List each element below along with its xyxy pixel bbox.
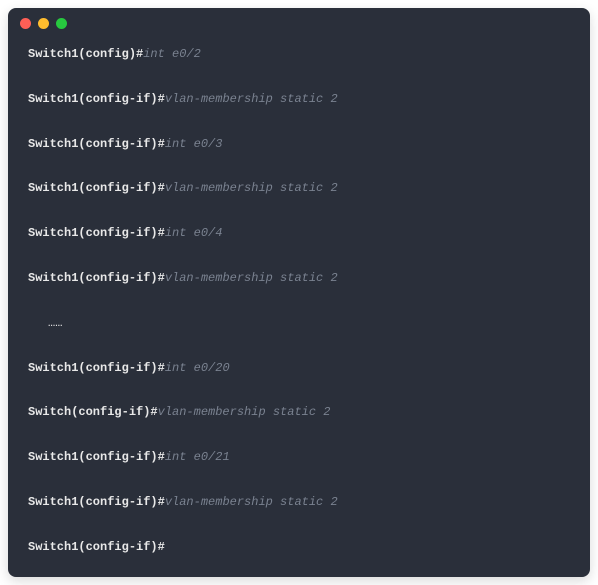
prompt: Switch1(config-if)# xyxy=(28,181,165,195)
command: int e0/21 xyxy=(165,450,230,464)
prompt: Switch1(config-if)# xyxy=(28,92,165,106)
prompt: Switch1(config-if)# xyxy=(28,137,165,151)
command: int e0/2 xyxy=(143,47,201,61)
command: vlan-membership static 2 xyxy=(165,92,338,106)
prompt: Switch1(config-if)# xyxy=(28,450,165,464)
minimize-icon[interactable] xyxy=(38,18,49,29)
command: int e0/3 xyxy=(165,137,223,151)
terminal-line: Switch1(config-if)#vlan-membership stati… xyxy=(28,180,570,197)
maximize-icon[interactable] xyxy=(56,18,67,29)
terminal-line: Switch1(config-if)#int e0/3 xyxy=(28,136,570,153)
command: vlan-membership static 2 xyxy=(158,405,331,419)
terminal-line: Switch1(config-if)#int e0/20 xyxy=(28,360,570,377)
ellipsis-text: …… xyxy=(48,316,62,330)
terminal-line: Switch1(config-if)#int e0/21 xyxy=(28,449,570,466)
prompt: Switch1(config-if)# xyxy=(28,361,165,375)
prompt: Switch1(config-if)# xyxy=(28,495,165,509)
terminal-line: Switch1(config-if)#vlan-membership stati… xyxy=(28,91,570,108)
terminal-line: Switch(config-if)#vlan-membership static… xyxy=(28,404,570,421)
command: vlan-membership static 2 xyxy=(165,271,338,285)
command: vlan-membership static 2 xyxy=(165,495,338,509)
terminal-body[interactable]: Switch1(config)#int e0/2 Switch1(config-… xyxy=(8,38,590,576)
terminal-line: Switch1(config-if)# xyxy=(28,539,570,556)
terminal-line: Switch1(config-if)#vlan-membership stati… xyxy=(28,494,570,511)
command: int e0/20 xyxy=(165,361,230,375)
terminal-line: Switch1(config-if)#int e0/4 xyxy=(28,225,570,242)
prompt: Switch(config-if)# xyxy=(28,405,158,419)
title-bar xyxy=(8,8,590,38)
prompt: Switch1(config-if)# xyxy=(28,540,165,554)
prompt: Switch1(config-if)# xyxy=(28,271,165,285)
terminal-line: Switch1(config-if)#vlan-membership stati… xyxy=(28,270,570,287)
command: int e0/4 xyxy=(165,226,223,240)
terminal-window: Switch1(config)#int e0/2 Switch1(config-… xyxy=(8,8,590,577)
ellipsis-line: …… xyxy=(28,315,570,332)
command: vlan-membership static 2 xyxy=(165,181,338,195)
prompt: Switch1(config)# xyxy=(28,47,143,61)
terminal-line: Switch1(config)#int e0/2 xyxy=(28,46,570,63)
close-icon[interactable] xyxy=(20,18,31,29)
prompt: Switch1(config-if)# xyxy=(28,226,165,240)
